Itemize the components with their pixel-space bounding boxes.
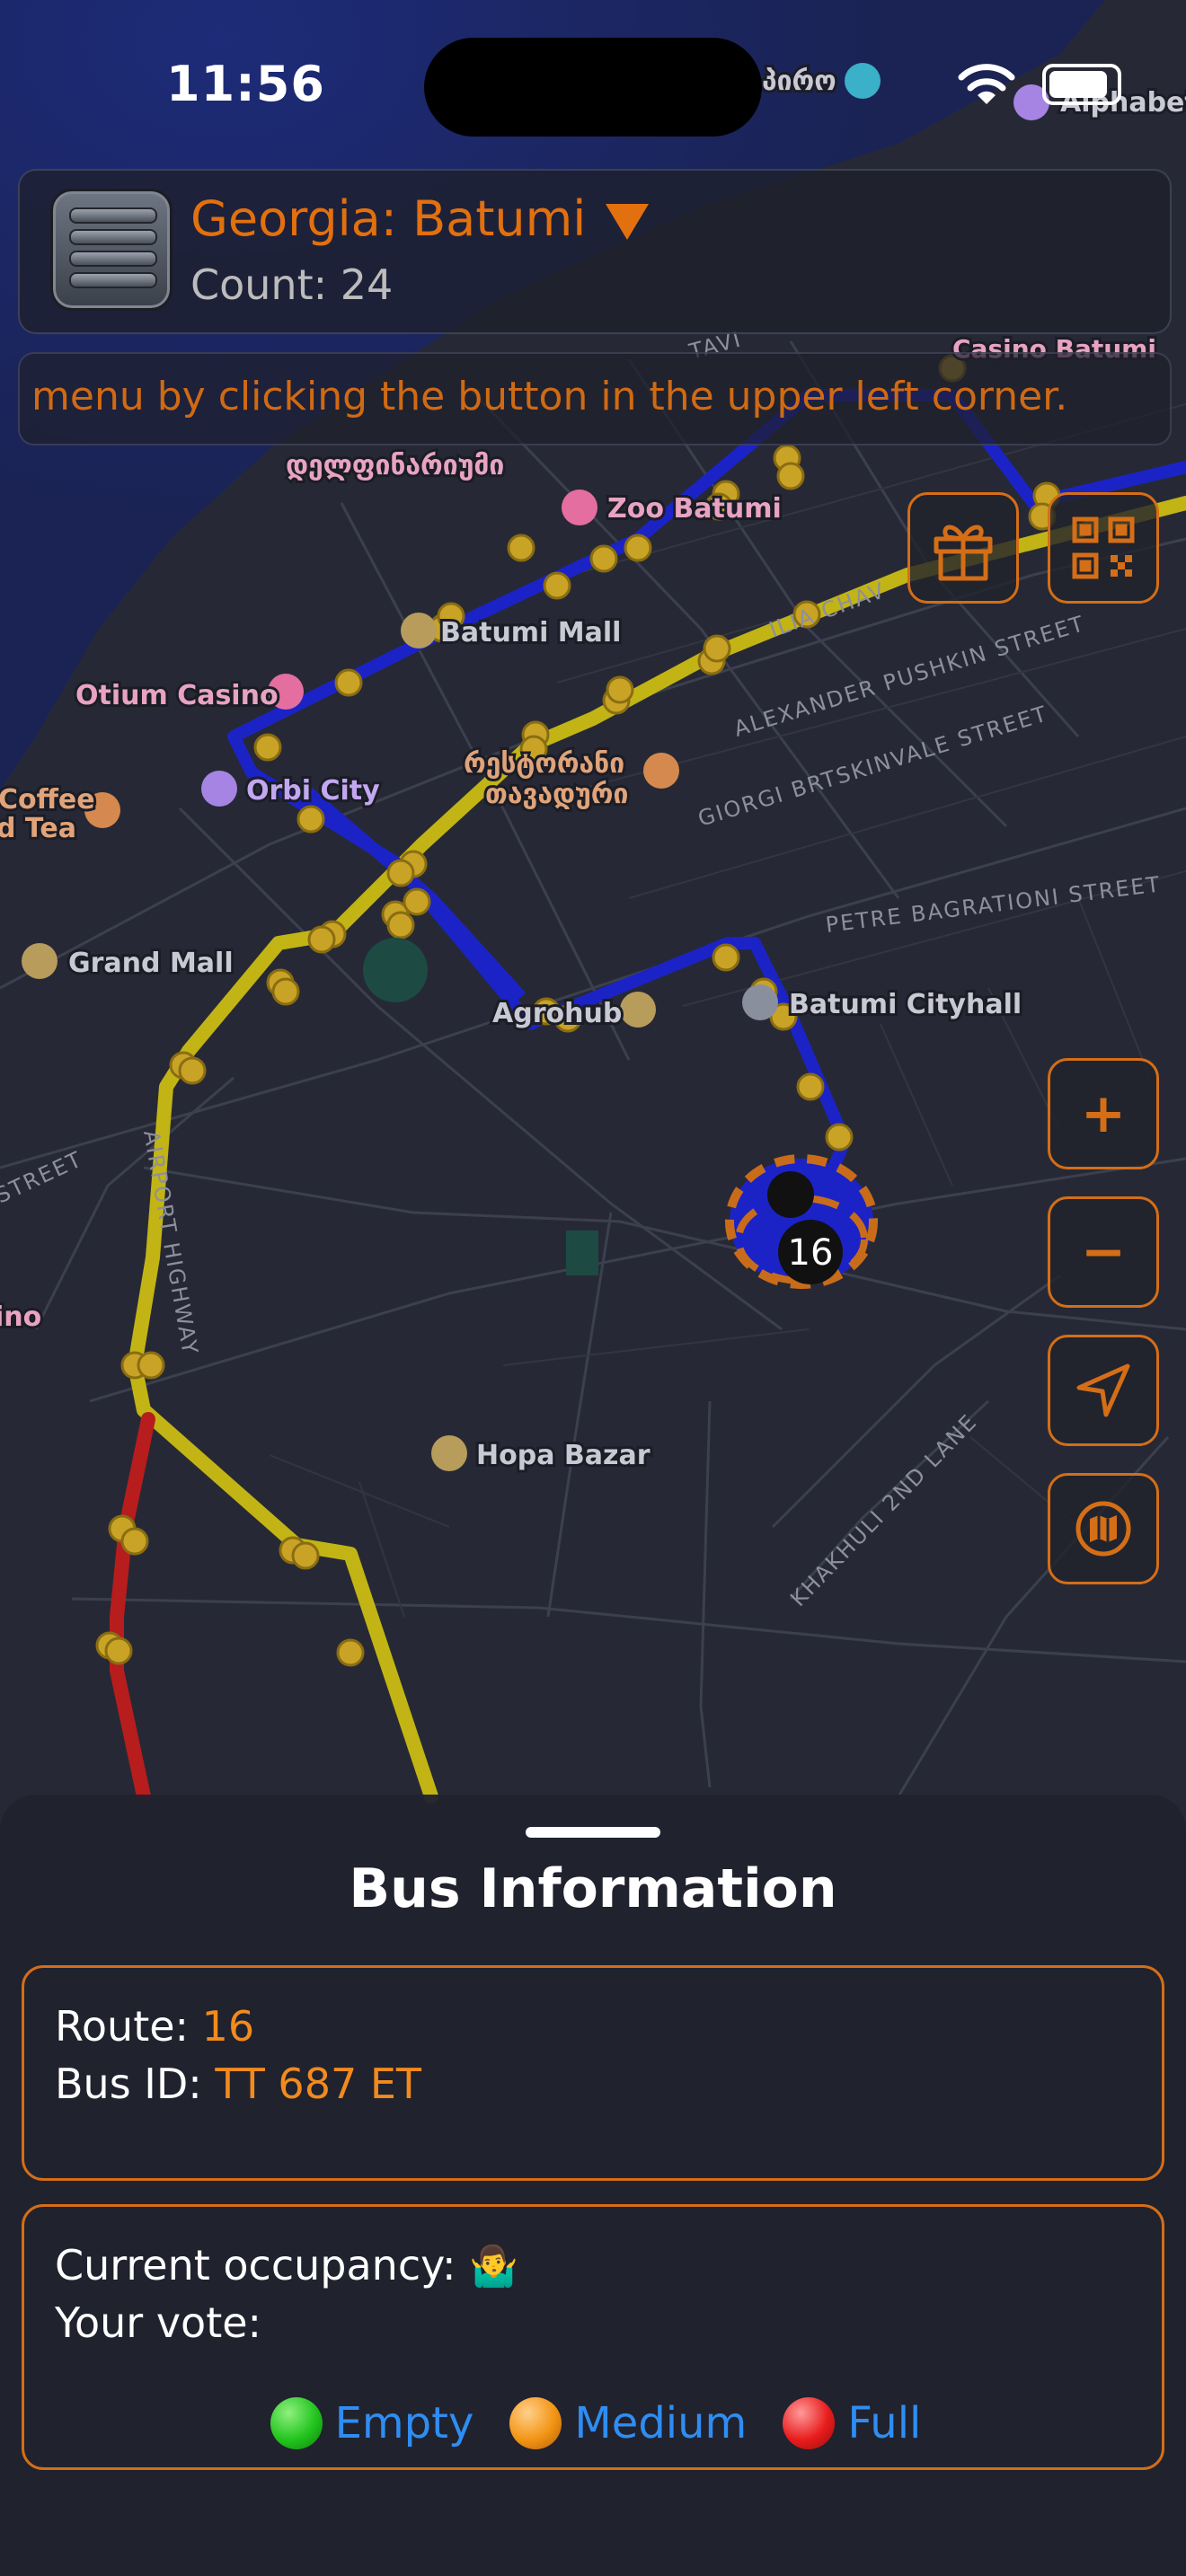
label-orbi: Orbi City	[246, 775, 380, 807]
city-title: Georgia: Batumi	[190, 190, 587, 247]
gift-button[interactable]	[907, 492, 1019, 604]
hint-ticker: e menu by clicking the button in the upp…	[18, 352, 1172, 446]
occupancy-label: Current occupancy:	[55, 2241, 456, 2289]
occupancy-card: Current occupancy: 🤷‍♂️ Your vote: Empty…	[22, 2204, 1164, 2470]
battery-icon	[1042, 64, 1121, 105]
wifi-icon	[958, 64, 1015, 104]
shop-cart-icon	[620, 992, 656, 1028]
map-icon	[1075, 1501, 1131, 1557]
bus-route-number: 16	[788, 1232, 834, 1274]
vote-medium-button[interactable]: Medium	[509, 2397, 747, 2449]
park-area	[363, 938, 428, 1002]
route-label: Route:	[55, 2002, 190, 2051]
label-cityhall: Batumi Cityhall	[789, 989, 1022, 1020]
locate-button[interactable]	[1048, 1335, 1159, 1446]
occupancy-line: Current occupancy: 🤷‍♂️	[55, 2241, 518, 2289]
bus-count: Count: 24	[190, 260, 394, 309]
navigation-arrow-icon	[1076, 1363, 1130, 1417]
restaurant-icon	[643, 753, 679, 789]
label-hopa: Hopa Bazar	[476, 1440, 651, 1471]
bus-id-value: TT 687 ET	[215, 2060, 422, 2108]
minus-icon: −	[1080, 1221, 1127, 1284]
cityhall-icon	[742, 984, 778, 1020]
route-info-card: Route: 16 Bus ID: TT 687 ET	[22, 1965, 1164, 2181]
vote-options: Empty Medium Full	[24, 2397, 1167, 2449]
label-restaurant: რესტორანი	[464, 748, 624, 780]
label-grand-mall: Grand Mall	[68, 948, 234, 979]
bus-marker-cluster[interactable]: 16	[725, 1154, 878, 1289]
map-type-button[interactable]	[1048, 1473, 1159, 1584]
city-header: Georgia: Batumi Count: 24	[18, 169, 1172, 334]
qr-button[interactable]	[1048, 492, 1159, 604]
label-coffee: Coffee	[0, 784, 95, 816]
dynamic-island	[424, 38, 762, 137]
zoo-icon	[562, 490, 597, 525]
zoom-out-button[interactable]: −	[1048, 1196, 1159, 1308]
beach-icon	[845, 63, 881, 99]
label-agrohub: Agrohub	[492, 998, 622, 1029]
city-selector[interactable]: Georgia: Batumi	[190, 190, 650, 247]
zoom-in-button[interactable]: +	[1048, 1058, 1159, 1169]
label-tea: d Tea	[0, 813, 76, 844]
hint-text: e menu by clicking the button in the upp…	[18, 374, 1068, 419]
mall-icon	[401, 613, 437, 648]
vote-empty-button[interactable]: Empty	[270, 2397, 474, 2449]
occupancy-emoji: 🤷‍♂️	[469, 2244, 518, 2289]
park-area-2	[566, 1231, 598, 1275]
hotel-icon	[201, 771, 237, 807]
label-batumi-mall: Batumi Mall	[440, 617, 621, 648]
sheet-title: Bus Information	[349, 1857, 837, 1920]
label-dolphinarium: დელფინარიუმი	[286, 450, 504, 481]
status-icons	[958, 63, 1121, 106]
label-otium: Otium Casino	[75, 680, 279, 711]
route-line: Route: 16	[55, 2002, 254, 2051]
gift-icon	[934, 525, 993, 581]
bazar-icon	[431, 1435, 467, 1471]
bus-info-sheet: Bus Information Route: 16 Bus ID: TT 687…	[0, 1795, 1186, 2576]
label-piro: პირო	[762, 66, 836, 97]
sheet-grabber[interactable]	[526, 1827, 660, 1838]
menu-button[interactable]	[50, 189, 173, 311]
dropdown-triangle-icon	[606, 203, 650, 240]
plus-icon: +	[1080, 1082, 1127, 1145]
label-ino: ino	[0, 1301, 41, 1333]
qr-code-icon	[1072, 516, 1135, 579]
bus-id-line: Bus ID: TT 687 ET	[55, 2060, 421, 2108]
your-vote-label: Your vote:	[55, 2298, 262, 2347]
label-tavaduri: თავადური	[485, 779, 628, 810]
vote-full-button[interactable]: Full	[783, 2397, 921, 2449]
green-dot-icon	[270, 2397, 323, 2449]
label-zoo: Zoo Batumi	[607, 493, 782, 525]
bus-id-label: Bus ID:	[55, 2060, 202, 2108]
status-time: 11:56	[166, 56, 325, 112]
vote-full-label: Full	[847, 2398, 922, 2448]
orange-dot-icon	[509, 2397, 562, 2449]
shopping-icon	[22, 943, 58, 979]
vote-empty-label: Empty	[334, 2398, 474, 2448]
red-dot-icon	[783, 2397, 836, 2449]
vote-medium-label: Medium	[574, 2398, 748, 2448]
route-value: 16	[201, 2002, 255, 2051]
